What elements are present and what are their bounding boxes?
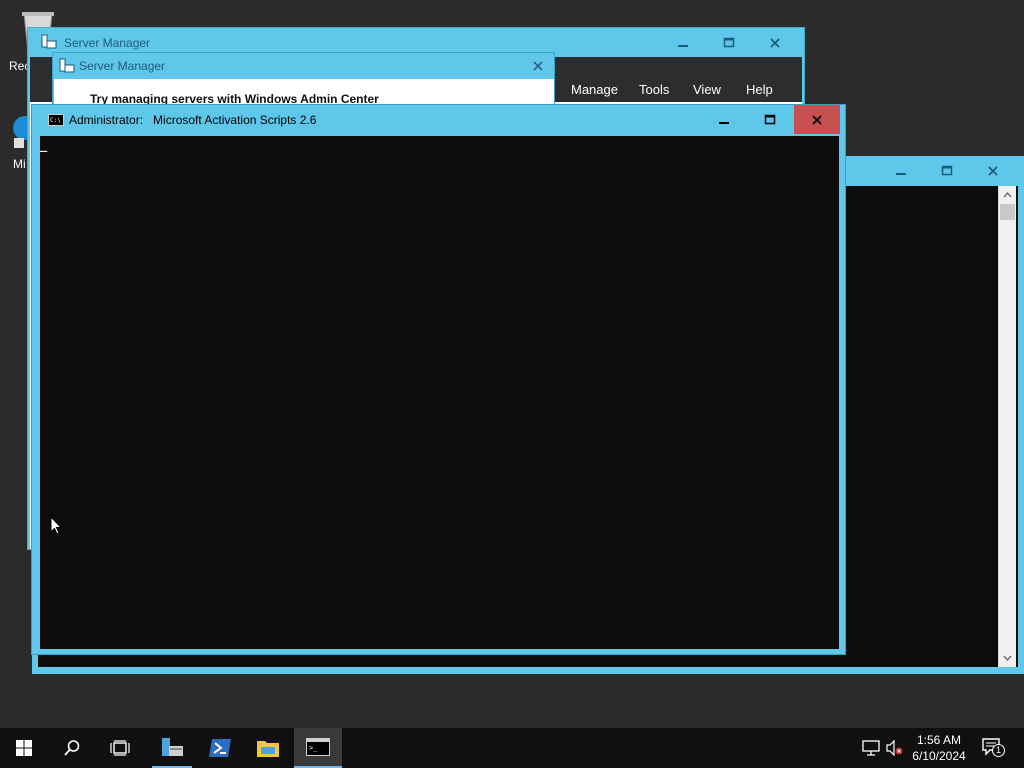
server-manager-close-button[interactable] bbox=[752, 28, 798, 57]
menu-manage[interactable]: Manage bbox=[571, 82, 618, 97]
console-output-area[interactable]: _ bbox=[40, 136, 839, 649]
console-maximize-button[interactable] bbox=[747, 105, 793, 134]
minimize-icon bbox=[678, 44, 688, 47]
close-icon bbox=[770, 37, 780, 48]
console-title: Administrator: Microsoft Activation Scri… bbox=[69, 113, 316, 127]
scroll-down-arrow-icon[interactable] bbox=[999, 649, 1016, 666]
dialog-close-button[interactable] bbox=[521, 53, 555, 78]
server-manager-title: Server Manager bbox=[64, 36, 151, 50]
activation-scripts-console-window[interactable]: C:\ Administrator: Microsoft Activation … bbox=[31, 104, 846, 655]
scroll-up-arrow-icon[interactable] bbox=[999, 186, 1016, 203]
notification-badge: 1 bbox=[992, 744, 1005, 757]
network-icon[interactable] bbox=[862, 740, 880, 759]
background-console-close-button[interactable] bbox=[970, 156, 1016, 185]
background-console-minimize-button[interactable] bbox=[878, 156, 924, 185]
console-minimize-button[interactable] bbox=[701, 105, 747, 134]
powershell-icon bbox=[209, 739, 231, 757]
taskbar-server-manager[interactable] bbox=[148, 728, 196, 768]
start-button[interactable] bbox=[0, 728, 48, 768]
volume-muted-icon[interactable] bbox=[886, 739, 904, 759]
search-button[interactable] bbox=[48, 728, 96, 768]
console-close-button[interactable] bbox=[794, 105, 840, 134]
close-icon bbox=[812, 114, 822, 125]
console-title-app: Microsoft Activation Scripts 2.6 bbox=[153, 113, 317, 127]
clock-date: 6/10/2024 bbox=[912, 749, 966, 763]
scroll-thumb[interactable] bbox=[1000, 204, 1015, 220]
task-view-icon bbox=[110, 740, 130, 756]
cmd-app-icon: C:\ bbox=[48, 114, 64, 129]
search-icon bbox=[64, 740, 80, 756]
command-prompt-icon: >_ bbox=[306, 738, 330, 756]
maximize-icon bbox=[941, 165, 953, 175]
action-center-button[interactable]: 1 bbox=[982, 738, 1006, 760]
edge-label: Mi bbox=[13, 157, 26, 171]
maximize-icon bbox=[723, 37, 735, 47]
minimize-icon bbox=[719, 121, 729, 124]
admin-center-dialog[interactable]: Server Manager Try managing servers with… bbox=[52, 52, 555, 113]
server-manager-minimize-button[interactable] bbox=[660, 28, 706, 57]
taskbar-powershell[interactable] bbox=[196, 728, 244, 768]
mouse-pointer-icon bbox=[50, 515, 63, 539]
menu-help[interactable]: Help bbox=[746, 82, 773, 97]
dialog-title: Server Manager bbox=[79, 59, 166, 73]
folder-icon bbox=[257, 741, 279, 757]
maximize-icon bbox=[764, 114, 776, 124]
svg-text:C:\: C:\ bbox=[50, 117, 61, 124]
menu-tools[interactable]: Tools bbox=[639, 82, 669, 97]
menu-view[interactable]: View bbox=[693, 82, 721, 97]
close-icon bbox=[533, 60, 543, 71]
windows-logo-icon bbox=[16, 740, 32, 756]
system-clock[interactable]: 1:56 AM 6/10/2024 bbox=[904, 732, 974, 764]
background-console-scrollbar[interactable] bbox=[998, 186, 1016, 667]
server-manager-maximize-button[interactable] bbox=[706, 28, 752, 57]
background-console-maximize-button[interactable] bbox=[924, 156, 970, 185]
close-icon bbox=[988, 165, 998, 176]
svg-text:>_: >_ bbox=[309, 744, 318, 752]
server-manager-icon bbox=[162, 738, 183, 756]
task-view-button[interactable] bbox=[96, 728, 144, 768]
taskbar-file-explorer[interactable] bbox=[244, 728, 292, 768]
dialog-app-icon bbox=[58, 57, 76, 78]
taskbar: >_ 1:56 AM 6/10/2024 1 bbox=[0, 728, 1024, 768]
minimize-icon bbox=[896, 172, 906, 175]
console-cursor: _ bbox=[40, 138, 48, 152]
console-title-user: Administrator: bbox=[69, 113, 144, 127]
server-manager-app-icon bbox=[40, 33, 58, 54]
taskbar-command-prompt[interactable]: >_ bbox=[294, 728, 342, 768]
clock-time: 1:56 AM bbox=[916, 733, 962, 747]
